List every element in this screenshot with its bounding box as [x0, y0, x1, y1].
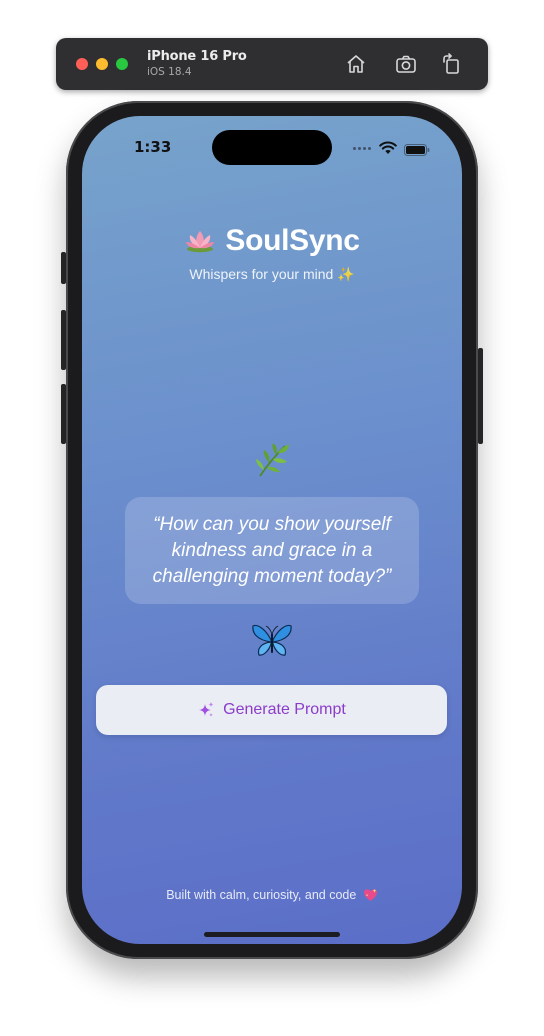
generate-prompt-button[interactable]: Generate Prompt [96, 685, 447, 735]
home-indicator[interactable] [204, 932, 340, 937]
device-name: iPhone 16 Pro [147, 49, 247, 64]
wifi-icon [379, 140, 397, 154]
rotate-icon[interactable] [440, 52, 464, 76]
dynamic-island [212, 130, 332, 165]
side-power-button[interactable] [478, 348, 483, 444]
status-time: 1:33 [134, 138, 172, 156]
footer-text: Built with calm, curiosity, and code [166, 888, 357, 902]
home-icon[interactable] [344, 52, 368, 76]
footer-text-container: Built with calm, curiosity, and code [82, 888, 462, 902]
sparkling-heart-icon [363, 888, 378, 902]
device-os-version: iOS 18.4 [147, 66, 192, 78]
butterfly-icon [251, 623, 293, 659]
generate-prompt-label: Generate Prompt [223, 701, 346, 718]
app-screen: 1:33 SoulSync Whispers for your mind ✨ “… [82, 116, 462, 944]
zoom-window-button[interactable] [116, 58, 128, 70]
lotus-icon [184, 228, 216, 254]
prompt-text: “How can you show yourself kindness and … [152, 513, 392, 587]
cellular-dots-icon [353, 145, 373, 151]
sparkles-icon [197, 701, 215, 719]
simulator-toolbar: iPhone 16 Pro iOS 18.4 [56, 38, 488, 90]
app-header: SoulSync [82, 224, 462, 264]
screenshot-icon[interactable] [394, 52, 418, 76]
app-title: SoulSync [225, 224, 360, 257]
prompt-card: “How can you show yourself kindness and … [125, 497, 419, 604]
herb-icon [252, 441, 292, 479]
close-window-button[interactable] [76, 58, 88, 70]
battery-icon [404, 141, 430, 156]
app-subtitle: Whispers for your mind ✨ [189, 266, 355, 282]
minimize-window-button[interactable] [96, 58, 108, 70]
